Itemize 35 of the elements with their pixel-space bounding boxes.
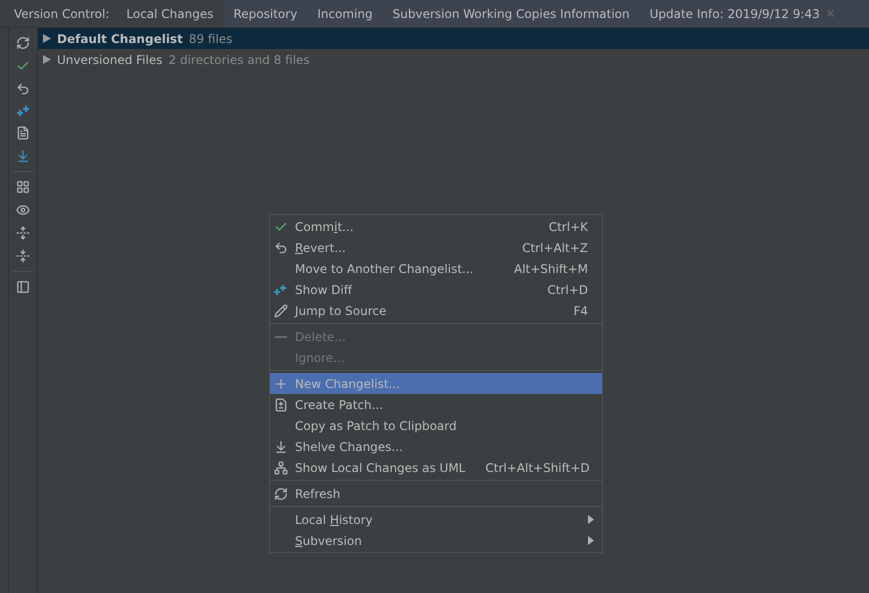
- menu-item[interactable]: Copy as Patch to Clipboard: [270, 415, 602, 436]
- tab[interactable]: Incoming: [307, 0, 383, 27]
- tab[interactable]: Subversion Working Copies Information: [382, 0, 640, 27]
- expand-all-icon[interactable]: [15, 225, 31, 241]
- menu-item[interactable]: Move to Another Changelist... Alt+Shift+M: [270, 258, 602, 279]
- menu-item[interactable]: Show Local Changes as UML Ctrl+Alt+Shift+D: [270, 457, 602, 478]
- grid-icon[interactable]: [15, 179, 31, 195]
- tab[interactable]: Update Info: 2019/9/12 9:43: [640, 0, 846, 27]
- undo-icon: [273, 240, 289, 256]
- tab[interactable]: Local Changes: [116, 0, 224, 27]
- menu-item[interactable]: Shelve Changes...: [270, 436, 602, 457]
- menu-item[interactable]: Show Diff Ctrl+D: [270, 279, 602, 300]
- collapsed-arrow-icon[interactable]: [43, 34, 51, 43]
- menu-item[interactable]: Local History: [270, 509, 602, 530]
- menu-item[interactable]: Jump to Source F4: [270, 300, 602, 321]
- refresh-icon[interactable]: [15, 35, 31, 51]
- collapsed-arrow-icon[interactable]: [43, 55, 51, 64]
- menu-item[interactable]: Subversion: [270, 530, 602, 551]
- minus-icon: [275, 336, 287, 338]
- pencil-icon: [273, 302, 289, 318]
- panel-icon[interactable]: [15, 279, 31, 295]
- menu-item[interactable]: Create Patch...: [270, 394, 602, 415]
- patch-file-icon: [273, 396, 289, 412]
- refresh-icon: [273, 486, 289, 502]
- collapse-all-icon[interactable]: [15, 248, 31, 264]
- document-icon[interactable]: [15, 125, 31, 141]
- tab[interactable]: Repository: [224, 0, 308, 27]
- tool-window-title: Version Control:: [0, 0, 116, 27]
- menu-item[interactable]: Refresh: [270, 483, 602, 504]
- tree-row[interactable]: Unversioned Files 2 directories and 8 files: [38, 49, 869, 70]
- menu-item[interactable]: Revert... Ctrl+Alt+Z: [270, 237, 602, 258]
- tree-row[interactable]: Default Changelist 89 files: [38, 28, 869, 49]
- undo-icon[interactable]: [15, 81, 31, 97]
- menu-item[interactable]: Commit... Ctrl+K: [270, 216, 602, 237]
- uml-diagram-icon: [273, 460, 289, 476]
